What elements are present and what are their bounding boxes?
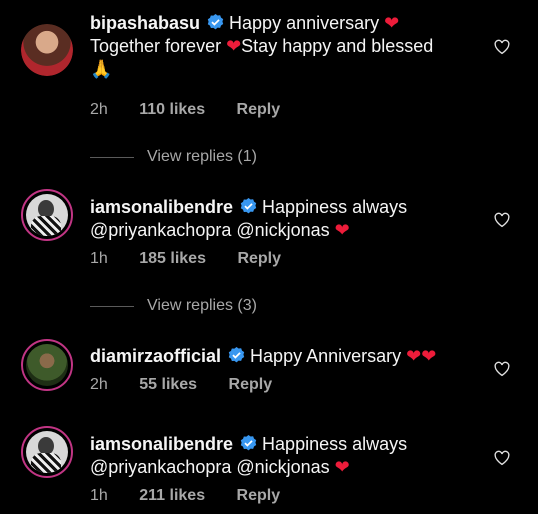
comment-meta: 1h 211 likes Reply [90, 487, 307, 505]
divider [90, 305, 134, 307]
comment-text: iamsonalibendre Happiness always @priyank… [90, 433, 470, 479]
verified-badge-icon [228, 346, 245, 363]
comment-text: bipashabasu Happy anniversary ❤ Together … [90, 12, 470, 81]
hearts-emoji: ❤❤ [406, 346, 437, 367]
heart-emoji: ❤ [226, 36, 242, 57]
comment-body-a: Happy anniversary [229, 13, 385, 33]
likes-count[interactable]: 185 likes [139, 250, 206, 267]
username[interactable]: diamirzaofficial [90, 346, 221, 366]
comment-meta: 2h 55 likes Reply [90, 376, 299, 394]
comment-text: iamsonalibendre Happiness always @priyank… [90, 196, 470, 242]
username[interactable]: iamsonalibendre [90, 434, 233, 454]
username[interactable]: bipashabasu [90, 13, 200, 33]
timestamp: 2h [90, 101, 108, 118]
avatar[interactable] [21, 24, 73, 76]
timestamp: 2h [90, 376, 108, 393]
reply-button[interactable]: Reply [237, 101, 281, 118]
comment-meta: 2h 110 likes Reply [90, 101, 307, 119]
reply-button[interactable]: Reply [237, 250, 281, 267]
view-replies-label[interactable]: View replies (3) [147, 297, 257, 315]
avatar[interactable] [21, 339, 73, 391]
heart-outline-icon[interactable] [493, 38, 511, 56]
heart-outline-icon[interactable] [493, 211, 511, 229]
username[interactable]: iamsonalibendre [90, 197, 233, 217]
comment-body-c: Stay happy and blessed [241, 36, 434, 56]
comment-body-a: Happiness always [262, 434, 408, 454]
comment-body-b: Together forever [90, 36, 227, 56]
verified-badge-icon [207, 13, 224, 30]
comment-meta: 1h 185 likes Reply [90, 250, 308, 268]
reply-button[interactable]: Reply [229, 376, 273, 393]
heart-emoji: ❤ [384, 13, 400, 34]
avatar[interactable] [21, 426, 73, 478]
timestamp: 1h [90, 250, 108, 267]
likes-count[interactable]: 55 likes [139, 376, 197, 393]
pray-emoji: 🙏 [90, 59, 113, 80]
heart-outline-icon[interactable] [493, 360, 511, 378]
comment-body-a: Happiness always [262, 197, 408, 217]
likes-count[interactable]: 211 likes [139, 487, 205, 504]
likes-count[interactable]: 110 likes [139, 101, 205, 118]
timestamp: 1h [90, 487, 108, 504]
comment-text: diamirzaofficial Happy Anniversary ❤❤ [90, 345, 470, 368]
comment-body-a: Happy Anniversary [250, 346, 407, 366]
heart-emoji: ❤ [334, 220, 350, 241]
comment-body-b: @priyankachopra @nickjonas [90, 457, 335, 477]
heart-emoji: ❤ [334, 457, 350, 478]
view-replies-button[interactable]: View replies (3) [90, 297, 257, 315]
divider [90, 156, 134, 158]
heart-outline-icon[interactable] [493, 449, 511, 467]
view-replies-button[interactable]: View replies (1) [90, 148, 257, 166]
reply-button[interactable]: Reply [237, 487, 281, 504]
avatar[interactable] [21, 189, 73, 241]
verified-badge-icon [240, 434, 257, 451]
view-replies-label[interactable]: View replies (1) [147, 148, 257, 166]
comment-body-b: @priyankachopra @nickjonas [90, 220, 335, 240]
verified-badge-icon [240, 197, 257, 214]
